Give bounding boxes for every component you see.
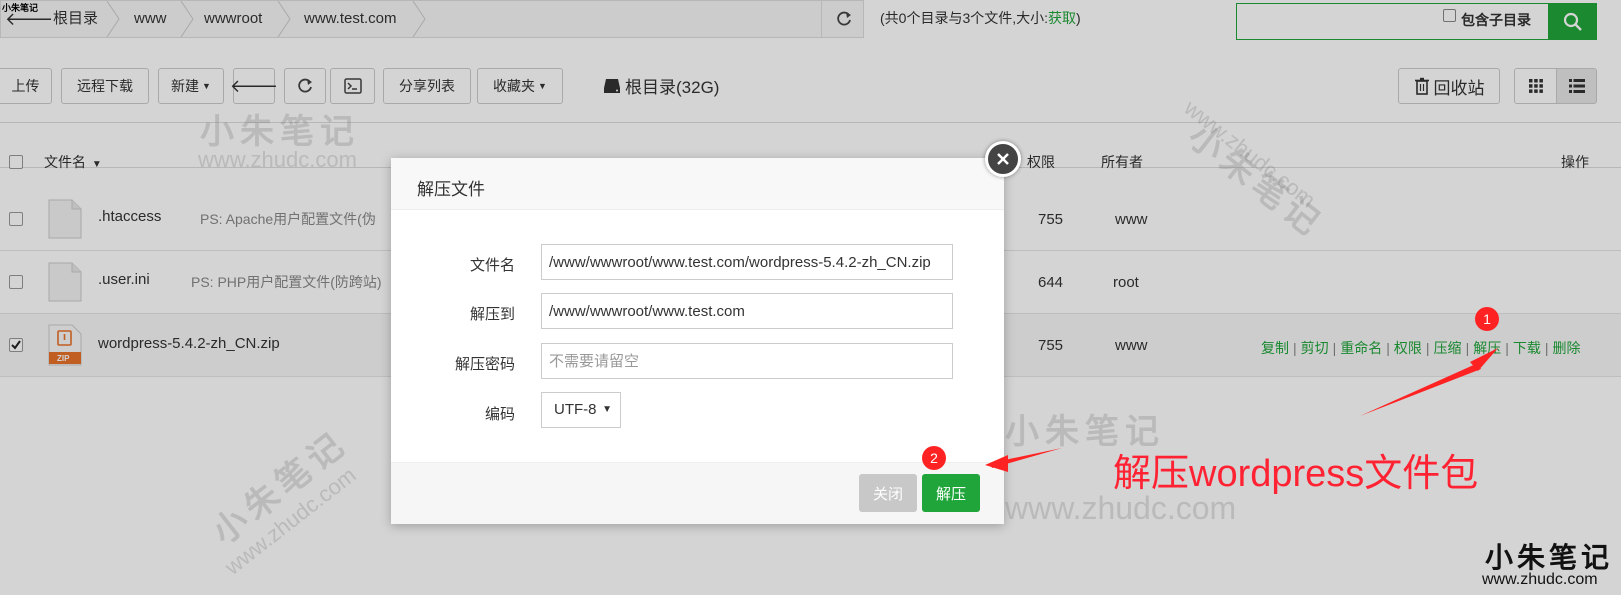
arrow-to-extract-icon (1360, 363, 1481, 416)
mini-logo: 小朱笔记 (2, 3, 39, 13)
annotation-caption: 解压wordpress文件包 (1113, 453, 1479, 495)
arrow-head-icon (985, 455, 1008, 472)
corner-url: www.zhudc.com (1482, 571, 1598, 588)
corner-logo: 小朱笔记 (1485, 541, 1614, 574)
annotation-arrows (985, 348, 1498, 472)
